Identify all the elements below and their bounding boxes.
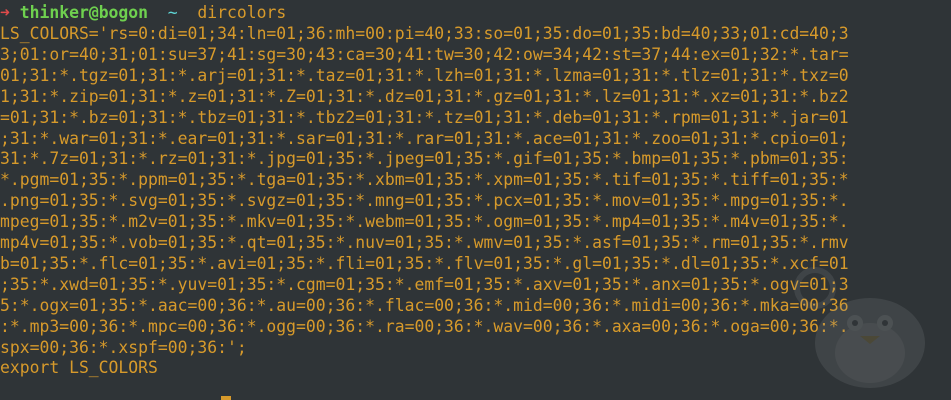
output-line: ;35:*.xwd=01;35:*.yuv=01;35:*.cgm=01;35:… (0, 274, 849, 294)
output-line: 3;01:or=40;31;01:su=37;41:sg=30;43:ca=30… (0, 44, 849, 64)
output-line: =01;31:*.bz=01;31:*.tbz=01;31:*.tbz2=01;… (0, 107, 849, 127)
output-line: :*.mp3=00;36:*.mpc=00;36:*.ogg=00;36:*.r… (0, 316, 849, 336)
prompt-command: dircolors (197, 3, 287, 22)
output-line: spx=00;36:*.xspf=00;36:'; (0, 337, 247, 357)
output-line: mpeg=01;35:*.m2v=01;35:*.mkv=01;35:*.web… (0, 212, 849, 232)
output-line: *.pgm=01;35:*.ppm=01;35:*.tga=01;35:*.xb… (0, 170, 849, 190)
output-line: 31:*.7z=01;31:*.rz=01;31:*.jpg=01;35:*.j… (0, 149, 849, 169)
output-line: export LS_COLORS (0, 358, 158, 378)
output-line: 5:*.ogx=01;35:*.aac=00;36:*.au=00;36:*.f… (0, 295, 849, 315)
output-line: 1;31:*.zip=01;31:*.z=01;31:*.Z=01;31:*.d… (0, 86, 849, 106)
terminal-window[interactable]: ➜ thinker@bogon ~ dircolors LS_COLORS='r… (0, 0, 951, 400)
output-line: LS_COLORS='rs=0:di=01;34:ln=01;36:mh=00:… (0, 24, 849, 43)
output-line: .png=01;35:*.svg=01;35:*.svgz=01;35:*.mn… (0, 191, 849, 211)
prompt-line: ➜ thinker@bogon ~ dircolors (0, 2, 286, 23)
prompt-directory: ~ (167, 3, 178, 22)
output-line: 01;31:*.tgz=01;31:*.arj=01;31:*.taz=01;3… (0, 65, 849, 85)
output-line: ;31:*.war=01;31:*.ear=01;31:*.sar=01;31:… (0, 128, 849, 148)
output-line: mp4v=01;35:*.vob=01;35:*.qt=01;35:*.nuv=… (0, 233, 849, 252)
prompt-arrow-icon: ➜ (0, 3, 10, 22)
text-cursor (221, 396, 231, 400)
output-line: b=01;35:*.flc=01;35:*.avi=01;35:*.fli=01… (0, 253, 849, 273)
prompt-user-host: thinker@bogon (19, 3, 149, 22)
